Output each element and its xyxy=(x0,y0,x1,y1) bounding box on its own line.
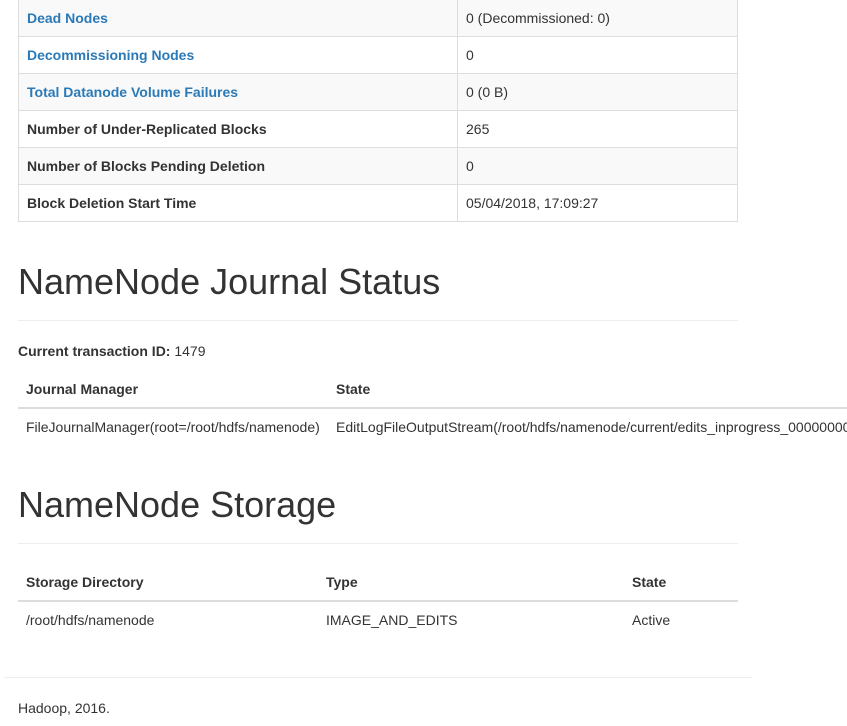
column-header-journal-manager: Journal Manager xyxy=(18,370,328,409)
column-header-state: State xyxy=(328,370,847,409)
storage-state-cell: Active xyxy=(632,612,671,628)
deletion-start-value: 05/04/2018, 17:09:27 xyxy=(457,184,738,222)
decommissioning-nodes-link[interactable]: Decommissioning Nodes xyxy=(27,47,194,63)
dead-nodes-value: 0 (Decommissioned: 0) xyxy=(457,0,738,37)
table-row: FileJournalManager(root=/root/hdfs/namen… xyxy=(18,408,847,445)
journal-status-heading: NameNode Journal Status xyxy=(18,261,441,302)
deletion-start-label: Block Deletion Start Time xyxy=(18,184,458,222)
journal-state-cell: EditLogFileOutputStream(/root/hdfs/namen… xyxy=(336,419,847,435)
divider xyxy=(18,320,738,321)
transaction-id: Current transaction ID: 1479 xyxy=(18,343,206,359)
storage-table: Storage Directory Type State /root/hdfs/… xyxy=(18,563,738,638)
transaction-id-label: Current transaction ID: xyxy=(18,343,171,359)
table-row: Block Deletion Start Time 05/04/2018, 17… xyxy=(18,184,738,222)
journal-table: Journal Manager State FileJournalManager… xyxy=(18,370,847,445)
pending-deletion-label: Number of Blocks Pending Deletion xyxy=(18,147,458,185)
table-row: Total Datanode Volume Failures 0 (0 B) xyxy=(18,73,738,111)
table-row: Number of Under-Replicated Blocks 265 xyxy=(18,110,738,148)
storage-heading: NameNode Storage xyxy=(18,484,337,525)
divider xyxy=(18,543,738,544)
footer-divider xyxy=(4,677,752,678)
storage-directory-cell: /root/hdfs/namenode xyxy=(26,612,155,628)
transaction-id-value: 1479 xyxy=(174,343,206,359)
column-header-type: Type xyxy=(318,563,624,602)
storage-type-cell: IMAGE_AND_EDITS xyxy=(326,612,458,628)
column-header-storage-directory: Storage Directory xyxy=(18,563,318,602)
table-row: Dead Nodes 0 (Decommissioned: 0) xyxy=(18,0,738,37)
volume-failures-value: 0 (0 B) xyxy=(457,73,738,111)
journal-manager-cell: FileJournalManager(root=/root/hdfs/namen… xyxy=(26,419,320,435)
table-row: /root/hdfs/namenode IMAGE_AND_EDITS Acti… xyxy=(18,601,738,638)
summary-table: Dead Nodes 0 (Decommissioned: 0) Decommi… xyxy=(18,0,738,222)
column-header-state: State xyxy=(624,563,738,602)
pending-deletion-value: 0 xyxy=(457,147,738,185)
table-row: Number of Blocks Pending Deletion 0 xyxy=(18,147,738,185)
footer-text: Hadoop, 2016. xyxy=(18,700,110,716)
under-replicated-label: Number of Under-Replicated Blocks xyxy=(18,110,458,148)
under-replicated-value: 265 xyxy=(457,110,738,148)
decommissioning-nodes-value: 0 xyxy=(457,36,738,74)
dead-nodes-link[interactable]: Dead Nodes xyxy=(27,10,108,26)
volume-failures-link[interactable]: Total Datanode Volume Failures xyxy=(27,84,238,100)
table-row: Decommissioning Nodes 0 xyxy=(18,36,738,74)
